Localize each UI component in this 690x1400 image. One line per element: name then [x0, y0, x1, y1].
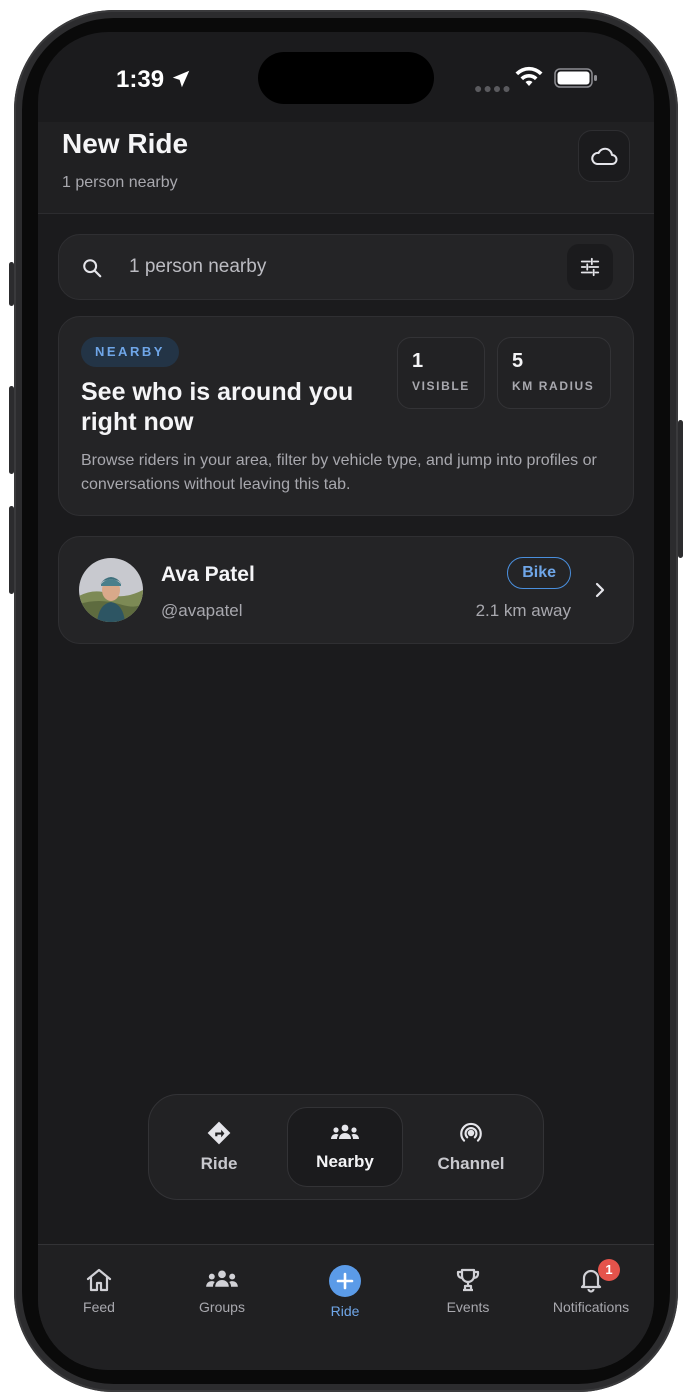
- trophy-icon: [456, 1268, 480, 1292]
- stat-radius: 5 KM RADIUS: [497, 337, 611, 409]
- location-arrow-icon: [172, 70, 190, 88]
- stat-visible: 1 VISIBLE: [397, 337, 485, 409]
- status-bar: 1:39 ●●●●: [38, 32, 654, 122]
- notification-count-badge: 1: [598, 1259, 620, 1281]
- stat-value: 5: [512, 350, 524, 372]
- volume-down-button: [9, 506, 14, 594]
- search-icon: [83, 259, 102, 278]
- chevron-right-icon: [595, 582, 605, 598]
- mode-label: Channel: [437, 1154, 505, 1173]
- groups-icon: [206, 1270, 238, 1287]
- nearby-badge: NEARBY: [81, 337, 179, 367]
- mode-label: Ride: [200, 1154, 238, 1173]
- mode-channel[interactable]: Channel: [413, 1107, 529, 1187]
- rider-card[interactable]: Ava Patel @avapatel Bike 2.1 km away: [58, 536, 634, 644]
- tab-label: Ride: [330, 1303, 360, 1319]
- people-icon: [331, 1124, 359, 1139]
- avatar[interactable]: [79, 558, 143, 622]
- nearby-info-card: NEARBY See who is around you right now B…: [58, 316, 634, 516]
- plus-circle-icon: [329, 1265, 361, 1297]
- page-title: New Ride: [62, 128, 189, 159]
- tab-groups[interactable]: Groups: [167, 1267, 277, 1315]
- search-input[interactable]: 1 person nearby: [129, 256, 266, 278]
- tab-ride[interactable]: Ride: [290, 1265, 400, 1319]
- wifi-icon: [515, 66, 543, 86]
- mode-label: Nearby: [316, 1152, 374, 1171]
- rider-name: Ava Patel: [161, 563, 255, 586]
- tab-events[interactable]: Events: [413, 1267, 523, 1315]
- vehicle-type-badge: Bike: [507, 557, 571, 589]
- cloud-icon: [591, 147, 618, 165]
- sliders-icon: [580, 257, 600, 277]
- mode-nearby[interactable]: Nearby: [287, 1107, 403, 1187]
- tab-label: Feed: [83, 1299, 115, 1315]
- screen: 1:39 ●●●● New Ride 1 person nearby 1 per…: [38, 32, 654, 1370]
- home-icon: [86, 1268, 112, 1292]
- stat-value: 1: [412, 350, 424, 372]
- tab-feed[interactable]: Feed: [44, 1267, 154, 1315]
- header: New Ride 1 person nearby: [38, 122, 654, 214]
- card-description: Browse riders in your area, filter by ve…: [81, 452, 597, 493]
- battery-icon: [554, 68, 597, 88]
- dynamic-island: [258, 52, 434, 104]
- cloud-button[interactable]: [578, 130, 630, 182]
- mode-ride[interactable]: Ride: [161, 1107, 277, 1187]
- cellular-signal-icon: ●●●●: [474, 80, 512, 96]
- stat-label: KM RADIUS: [512, 379, 595, 393]
- mode-switcher: Ride Nearby Channel: [148, 1094, 544, 1200]
- rider-distance: 2.1 km away: [475, 601, 571, 620]
- tab-label: Events: [446, 1299, 490, 1315]
- power-button: [678, 420, 683, 558]
- tab-notifications[interactable]: 1 Notifications: [536, 1259, 646, 1315]
- avatar-photo: [79, 558, 143, 622]
- filter-button[interactable]: [567, 244, 613, 290]
- broadcast-icon: [460, 1122, 482, 1142]
- tab-label: Notifications: [552, 1299, 630, 1315]
- card-headline: See who is around you right now: [81, 378, 354, 436]
- directions-icon: [207, 1121, 231, 1145]
- volume-up-button: [9, 386, 14, 474]
- status-time: 1:39: [116, 66, 165, 93]
- tab-bar: Feed Groups Ride Events 1 Notifications: [38, 1244, 654, 1370]
- page-subtitle: 1 person nearby: [62, 174, 178, 191]
- tab-label: Groups: [199, 1299, 245, 1315]
- search-bar[interactable]: 1 person nearby: [58, 234, 634, 300]
- action-button: [9, 262, 14, 306]
- rider-handle: @avapatel: [161, 601, 243, 620]
- stat-label: VISIBLE: [412, 379, 470, 393]
